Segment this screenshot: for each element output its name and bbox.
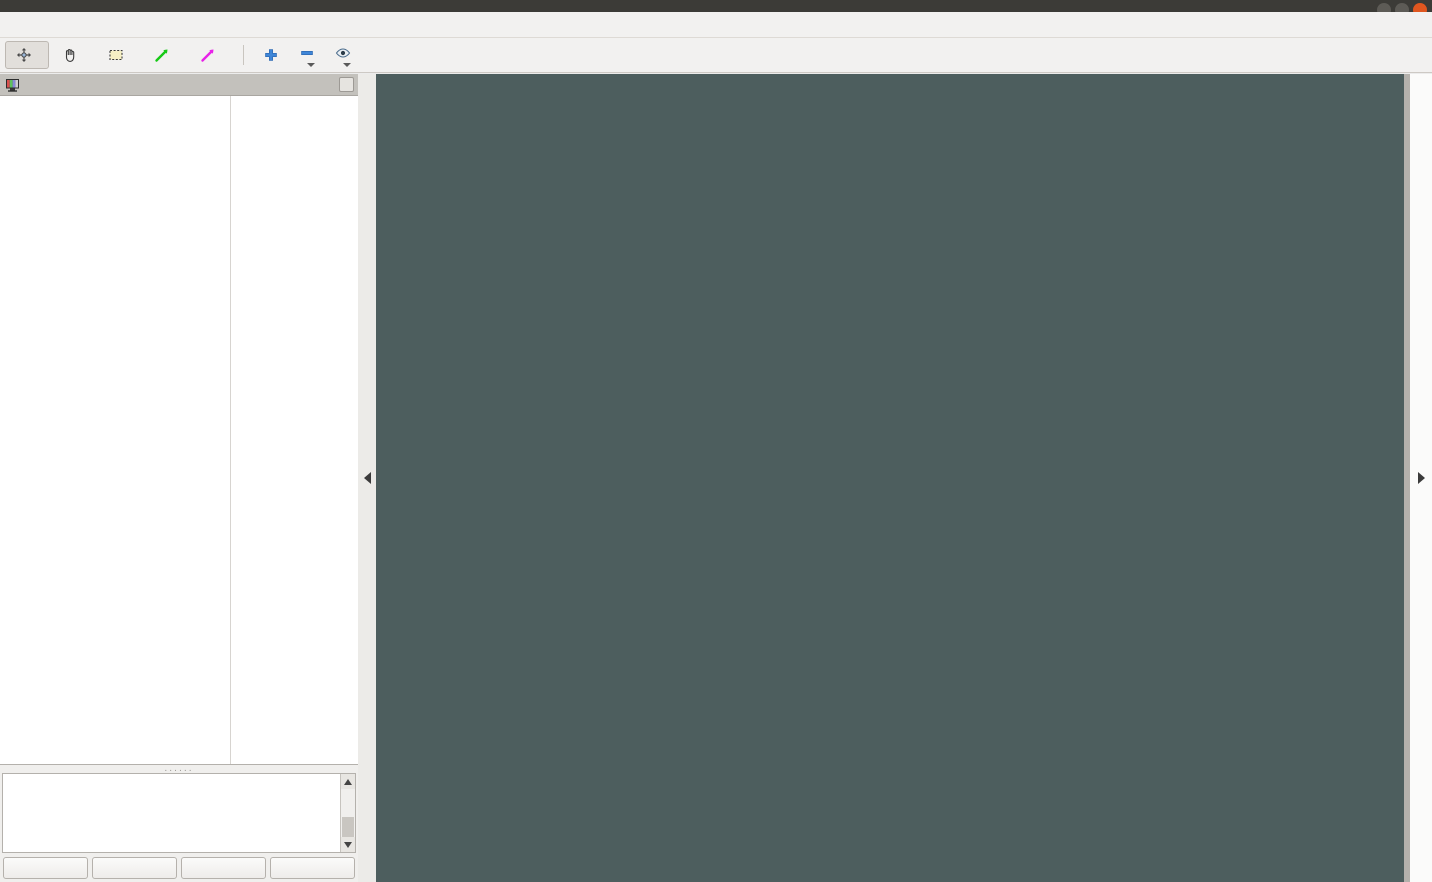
tool-2d-pose-estimate[interactable]: [143, 41, 187, 69]
minimize-button[interactable]: [1377, 3, 1391, 12]
remove-display-button[interactable]: [181, 857, 266, 879]
minus-icon: [298, 44, 316, 62]
description-box: [2, 773, 356, 853]
chevron-down-icon[interactable]: [307, 62, 315, 67]
duplicate-display-button[interactable]: [92, 857, 177, 879]
scroll-thumb[interactable]: [341, 789, 355, 837]
displays-panel-header: [0, 74, 358, 96]
description-splitter[interactable]: ......: [0, 765, 358, 774]
render-view-3d[interactable]: [376, 74, 1410, 882]
select-marquee-icon: [107, 47, 125, 63]
menubar: [0, 12, 1432, 38]
close-button[interactable]: [1413, 3, 1427, 12]
displays-panel: ......: [0, 74, 358, 882]
tool-interact[interactable]: [51, 41, 95, 69]
rviz-window: ......: [0, 0, 1432, 882]
tree-column-divider: [230, 96, 231, 764]
displays-tree[interactable]: [0, 96, 358, 765]
description-scrollbar[interactable]: [340, 774, 355, 852]
tool-move-camera[interactable]: [5, 41, 49, 69]
add-tool-button[interactable]: [254, 43, 288, 67]
chevron-down-icon[interactable]: [343, 62, 351, 67]
eye-icon: [334, 44, 352, 62]
close-icon[interactable]: [339, 77, 354, 92]
interact-hand-icon: [61, 47, 79, 63]
rename-display-button[interactable]: [270, 857, 355, 879]
collapse-left-icon[interactable]: [363, 472, 371, 484]
tool-2d-nav-goal[interactable]: [189, 41, 233, 69]
plus-icon: [262, 47, 280, 63]
scroll-down-icon[interactable]: [341, 837, 355, 852]
window-titlebar: [0, 0, 1432, 12]
toolbar-separator: [243, 45, 244, 65]
right-splitter-handle[interactable]: [1410, 74, 1432, 882]
displays-button-row: [0, 853, 358, 882]
expand-right-icon[interactable]: [1417, 472, 1425, 484]
remove-tool-button[interactable]: [290, 40, 324, 71]
visibility-button[interactable]: [326, 40, 360, 71]
maximize-button[interactable]: [1395, 3, 1409, 12]
move-camera-icon: [15, 47, 33, 63]
add-display-button[interactable]: [3, 857, 88, 879]
window-controls: [1377, 0, 1427, 12]
scroll-up-icon[interactable]: [341, 774, 355, 789]
displays-monitor-icon: [4, 77, 22, 93]
menu-file[interactable]: [6, 23, 24, 27]
main-toolbar: [0, 38, 1432, 73]
menu-panels[interactable]: [24, 23, 42, 27]
pose-estimate-arrow-icon: [153, 47, 171, 63]
left-splitter-handle[interactable]: [358, 74, 376, 882]
tool-select[interactable]: [97, 41, 141, 69]
nav-goal-arrow-icon: [199, 47, 217, 63]
menu-help[interactable]: [42, 23, 60, 27]
